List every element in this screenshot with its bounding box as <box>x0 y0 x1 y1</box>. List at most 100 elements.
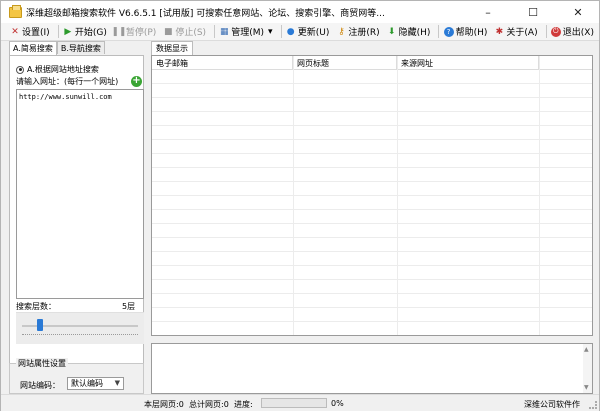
table-row[interactable] <box>152 140 592 154</box>
simple-search-pane: A.根据网站地址搜索 请输入网址：(每行一个网址) + http://www.s… <box>9 55 144 394</box>
download-icon: ⬇ <box>387 26 396 37</box>
column-divider <box>539 56 540 335</box>
table-row[interactable] <box>152 168 592 182</box>
key-icon: ⚷ <box>338 26 345 37</box>
log-area[interactable]: ▲ ▼ <box>151 343 593 394</box>
tools-icon: ✕ <box>11 26 19 37</box>
status-bar: 本层网页:0 总计网页:0 进度: 0% 深维公司软件作 <box>1 394 599 411</box>
globe-icon: ● <box>286 26 295 37</box>
scroll-down-icon[interactable]: ▼ <box>584 384 589 391</box>
app-envelope-icon <box>9 4 22 18</box>
radio-selected-icon <box>16 65 24 74</box>
slider-ticks <box>22 334 138 336</box>
table-row[interactable] <box>152 294 592 308</box>
table-row[interactable] <box>152 238 592 252</box>
scroll-up-icon[interactable]: ▲ <box>584 346 589 353</box>
company-label: 深维公司软件作 <box>524 400 580 409</box>
tab-data-display[interactable]: 数据显示 <box>151 41 193 55</box>
manage-button[interactable]: ▦ 管理(M) ▾ <box>217 24 274 40</box>
minimize-button[interactable]: – <box>472 1 504 23</box>
depth-slider[interactable] <box>16 312 144 344</box>
app-window: 深维超级邮箱搜索软件 V6.6.5.1 [试用版] 可搜索任意网站、论坛、搜索引… <box>0 0 600 411</box>
search-tabs: A.简易搜索 B.导航搜索 <box>9 41 105 55</box>
group-title: 网站属性设置 <box>16 358 68 369</box>
column-header-source[interactable]: 来源网址 <box>397 56 539 70</box>
grid-icon: ▦ <box>219 26 229 37</box>
title-bar: 深维超级邮箱搜索软件 V6.6.5.1 [试用版] 可搜索任意网站、论坛、搜索引… <box>1 1 599 23</box>
table-row[interactable] <box>152 308 592 322</box>
table-row[interactable] <box>152 154 592 168</box>
table-row[interactable] <box>152 210 592 224</box>
tab-nav-search[interactable]: B.导航搜索 <box>56 41 105 54</box>
search-panel: A.简易搜索 B.导航搜索 A.根据网站地址搜索 请输入网址：(每行一个网址) … <box>9 41 144 394</box>
toolbar: ✕ 设置(I) ▶ 开始(G) ❚❚ 暂停(P) ■ 停止(S) ▦ 管理(M)… <box>1 23 599 41</box>
help-button[interactable]: ? 帮助(H) <box>442 24 490 40</box>
register-button[interactable]: ⚷ 注册(R) <box>334 24 381 40</box>
table-row[interactable] <box>152 280 592 294</box>
manage-label: 管理(M) <box>231 28 265 38</box>
stop-button[interactable]: ■ 停止(S) <box>161 24 208 40</box>
about-label: 关于(A) <box>506 28 538 38</box>
exit-button[interactable]: ⏻ 退出(X) <box>549 24 596 40</box>
radio-label: A.根据网站地址搜索 <box>27 65 99 74</box>
settings-button[interactable]: ✕ 设置(I) <box>8 24 52 40</box>
table-row[interactable] <box>152 112 592 126</box>
table-header: 电子邮箱 网页标题 来源网址 <box>152 56 592 70</box>
stop-icon: ■ <box>164 26 173 37</box>
encoding-select[interactable]: 默认编码 ▼ <box>67 377 124 390</box>
progress-label: 进度: <box>234 400 253 409</box>
window-title: 深维超级邮箱搜索软件 V6.6.5.1 [试用版] 可搜索任意网站、论坛、搜索引… <box>26 8 385 19</box>
chevron-down-icon[interactable]: ▾ <box>268 27 273 37</box>
layer-pages: 本层网页:0 <box>144 400 184 409</box>
table-row[interactable] <box>152 126 592 140</box>
update-button[interactable]: ● 更新(U) <box>284 24 332 40</box>
table-row[interactable] <box>152 70 592 84</box>
play-icon: ▶ <box>64 26 72 37</box>
stop-label: 停止(S) <box>175 28 207 38</box>
column-header-title[interactable]: 网页标题 <box>293 56 397 70</box>
start-button[interactable]: ▶ 开始(G) <box>61 24 109 40</box>
add-url-icon[interactable]: + <box>131 76 142 87</box>
table-row[interactable] <box>152 84 592 98</box>
tab-simple-search[interactable]: A.简易搜索 <box>9 41 57 55</box>
column-divider <box>397 56 398 335</box>
settings-label: 设置(I) <box>22 28 50 38</box>
maximize-button[interactable]: ☐ <box>517 1 549 23</box>
info-icon: ✱ <box>495 26 504 37</box>
encoding-value: 默认编码 <box>71 379 103 388</box>
resize-grip-icon[interactable] <box>589 401 597 409</box>
depth-label: 搜索层数： <box>16 302 56 311</box>
table-row[interactable] <box>152 252 592 266</box>
slider-thumb[interactable] <box>37 319 43 331</box>
depth-value: 5层 <box>122 302 136 311</box>
site-properties-group: 网站属性设置 网站编码： 默认编码 ▼ <box>9 358 144 394</box>
help-icon: ? <box>443 26 454 37</box>
url-input-label: 请输入网址：(每行一个网址) <box>16 77 119 86</box>
table-row[interactable] <box>152 266 592 280</box>
column-divider <box>293 56 294 335</box>
progress-bar <box>261 398 327 408</box>
close-button[interactable]: ✕ <box>562 1 594 23</box>
pause-button[interactable]: ❚❚ 暂停(P) <box>111 24 158 40</box>
log-scrollbar[interactable]: ▲ ▼ <box>583 344 592 393</box>
encoding-label: 网站编码： <box>20 381 60 390</box>
site-address-radio[interactable]: A.根据网站地址搜索 <box>16 64 99 75</box>
register-label: 注册(R) <box>348 28 380 38</box>
hide-button[interactable]: ⬇ 隐藏(H) <box>385 24 433 40</box>
data-panel: 数据显示 电子邮箱 网页标题 来源网址 ▲ ▼ <box>151 41 593 394</box>
results-table[interactable]: 电子邮箱 网页标题 来源网址 <box>151 55 593 336</box>
pause-label: 暂停(P) <box>125 28 157 38</box>
table-row[interactable] <box>152 182 592 196</box>
start-label: 开始(G) <box>74 28 107 38</box>
total-pages: 总计网页:0 <box>189 400 229 409</box>
exit-icon: ⏻ <box>550 26 561 37</box>
exit-label: 退出(X) <box>562 28 594 38</box>
about-button[interactable]: ✱ 关于(A) <box>492 24 539 40</box>
table-row[interactable] <box>152 322 592 335</box>
table-row[interactable] <box>152 224 592 238</box>
table-row[interactable] <box>152 98 592 112</box>
pause-icon: ❚❚ <box>111 26 127 37</box>
column-header-email[interactable]: 电子邮箱 <box>152 56 293 70</box>
url-textarea[interactable]: http://www.sunwill.com <box>16 89 144 299</box>
table-row[interactable] <box>152 196 592 210</box>
